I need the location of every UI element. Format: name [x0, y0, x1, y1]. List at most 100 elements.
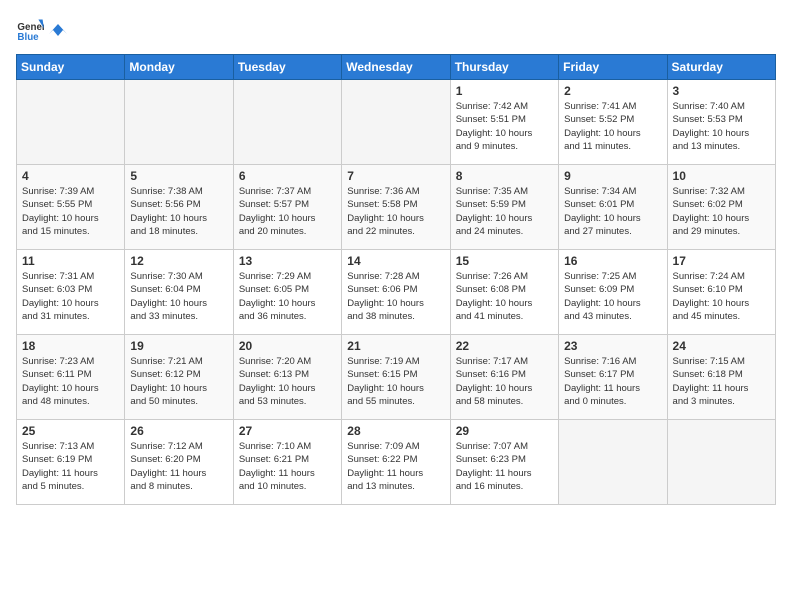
calendar-cell	[233, 80, 341, 165]
calendar-cell: 6 Sunrise: 7:37 AM Sunset: 5:57 PM Daylig…	[233, 165, 341, 250]
week-row-5: 25 Sunrise: 7:13 AM Sunset: 6:19 PM Dayli…	[17, 420, 776, 505]
day-info: Sunrise: 7:25 AM Sunset: 6:09 PM Dayligh…	[564, 270, 661, 323]
calendar-cell: 11Sunrise: 7:31 AM Sunset: 6:03 PM Dayli…	[17, 250, 125, 335]
calendar-cell: 14Sunrise: 7:28 AM Sunset: 6:06 PM Dayli…	[342, 250, 450, 335]
day-number: 12	[130, 254, 227, 268]
day-number: 25	[22, 424, 119, 438]
day-header-thursday: Thursday	[450, 55, 558, 80]
day-header-sunday: Sunday	[17, 55, 125, 80]
calendar-cell: 17 Sunrise: 7:24 AM Sunset: 6:10 PM Dayli…	[667, 250, 775, 335]
day-number: 18	[22, 339, 119, 353]
day-number: 2	[564, 84, 661, 98]
svg-text:Blue: Blue	[17, 32, 39, 43]
calendar-cell: 22 Sunrise: 7:17 AM Sunset: 6:16 PM Dayli…	[450, 335, 558, 420]
day-info: Sunrise: 7:24 AM Sunset: 6:10 PM Dayligh…	[673, 270, 770, 323]
day-info: Sunrise: 7:30 AM Sunset: 6:04 PM Dayligh…	[130, 270, 227, 323]
day-number: 5	[130, 169, 227, 183]
calendar-cell: 9 Sunrise: 7:34 AM Sunset: 6:01 PM Daylig…	[559, 165, 667, 250]
day-info: Sunrise: 7:28 AM Sunset: 6:06 PM Dayligh…	[347, 270, 444, 323]
day-number: 6	[239, 169, 336, 183]
day-number: 9	[564, 169, 661, 183]
calendar-cell: 7Sunrise: 7:36 AM Sunset: 5:58 PM Daylig…	[342, 165, 450, 250]
calendar-cell	[559, 420, 667, 505]
day-number: 16	[564, 254, 661, 268]
day-number: 20	[239, 339, 336, 353]
calendar-cell	[667, 420, 775, 505]
calendar-cell: 12 Sunrise: 7:30 AM Sunset: 6:04 PM Dayli…	[125, 250, 233, 335]
day-info: Sunrise: 7:41 AM Sunset: 5:52 PM Dayligh…	[564, 100, 661, 153]
day-info: Sunrise: 7:32 AM Sunset: 6:02 PM Dayligh…	[673, 185, 770, 238]
calendar-cell: 3 Sunrise: 7:40 AM Sunset: 5:53 PM Daylig…	[667, 80, 775, 165]
day-info: Sunrise: 7:29 AM Sunset: 6:05 PM Dayligh…	[239, 270, 336, 323]
day-info: Sunrise: 7:34 AM Sunset: 6:01 PM Dayligh…	[564, 185, 661, 238]
day-info: Sunrise: 7:09 AM Sunset: 6:22 PM Dayligh…	[347, 440, 444, 493]
calendar-cell	[342, 80, 450, 165]
calendar-cell: 20 Sunrise: 7:20 AM Sunset: 6:13 PM Dayli…	[233, 335, 341, 420]
day-info: Sunrise: 7:36 AM Sunset: 5:58 PM Dayligh…	[347, 185, 444, 238]
week-row-1: 1Sunrise: 7:42 AM Sunset: 5:51 PM Daylig…	[17, 80, 776, 165]
day-info: Sunrise: 7:15 AM Sunset: 6:18 PM Dayligh…	[673, 355, 770, 408]
day-info: Sunrise: 7:20 AM Sunset: 6:13 PM Dayligh…	[239, 355, 336, 408]
day-info: Sunrise: 7:37 AM Sunset: 5:57 PM Dayligh…	[239, 185, 336, 238]
day-header-monday: Monday	[125, 55, 233, 80]
day-info: Sunrise: 7:40 AM Sunset: 5:53 PM Dayligh…	[673, 100, 770, 153]
day-number: 19	[130, 339, 227, 353]
day-number: 8	[456, 169, 553, 183]
calendar-cell	[17, 80, 125, 165]
day-info: Sunrise: 7:23 AM Sunset: 6:11 PM Dayligh…	[22, 355, 119, 408]
day-number: 24	[673, 339, 770, 353]
calendar-cell: 28 Sunrise: 7:09 AM Sunset: 6:22 PM Dayli…	[342, 420, 450, 505]
calendar-cell: 5Sunrise: 7:38 AM Sunset: 5:56 PM Daylig…	[125, 165, 233, 250]
day-info: Sunrise: 7:19 AM Sunset: 6:15 PM Dayligh…	[347, 355, 444, 408]
day-info: Sunrise: 7:07 AM Sunset: 6:23 PM Dayligh…	[456, 440, 553, 493]
day-number: 15	[456, 254, 553, 268]
day-number: 10	[673, 169, 770, 183]
day-number: 4	[22, 169, 119, 183]
calendar-cell: 1Sunrise: 7:42 AM Sunset: 5:51 PM Daylig…	[450, 80, 558, 165]
day-info: Sunrise: 7:17 AM Sunset: 6:16 PM Dayligh…	[456, 355, 553, 408]
calendar-cell: 25 Sunrise: 7:13 AM Sunset: 6:19 PM Dayli…	[17, 420, 125, 505]
calendar-cell	[125, 80, 233, 165]
week-row-3: 11Sunrise: 7:31 AM Sunset: 6:03 PM Dayli…	[17, 250, 776, 335]
day-number: 1	[456, 84, 553, 98]
calendar-cell: 10 Sunrise: 7:32 AM Sunset: 6:02 PM Dayli…	[667, 165, 775, 250]
day-info: Sunrise: 7:13 AM Sunset: 6:19 PM Dayligh…	[22, 440, 119, 493]
day-info: Sunrise: 7:10 AM Sunset: 6:21 PM Dayligh…	[239, 440, 336, 493]
day-number: 23	[564, 339, 661, 353]
day-number: 28	[347, 424, 444, 438]
calendar-cell: 4Sunrise: 7:39 AM Sunset: 5:55 PM Daylig…	[17, 165, 125, 250]
day-number: 3	[673, 84, 770, 98]
calendar-cell: 26 Sunrise: 7:12 AM Sunset: 6:20 PM Dayli…	[125, 420, 233, 505]
day-number: 13	[239, 254, 336, 268]
logo: General Blue	[16, 16, 68, 44]
day-info: Sunrise: 7:16 AM Sunset: 6:17 PM Dayligh…	[564, 355, 661, 408]
calendar-cell: 8 Sunrise: 7:35 AM Sunset: 5:59 PM Daylig…	[450, 165, 558, 250]
day-info: Sunrise: 7:26 AM Sunset: 6:08 PM Dayligh…	[456, 270, 553, 323]
calendar-cell: 21 Sunrise: 7:19 AM Sunset: 6:15 PM Dayli…	[342, 335, 450, 420]
day-number: 11	[22, 254, 119, 268]
calendar-table: SundayMondayTuesdayWednesdayThursdayFrid…	[16, 54, 776, 505]
calendar-cell: 2 Sunrise: 7:41 AM Sunset: 5:52 PM Daylig…	[559, 80, 667, 165]
day-header-wednesday: Wednesday	[342, 55, 450, 80]
calendar-cell: 18 Sunrise: 7:23 AM Sunset: 6:11 PM Dayli…	[17, 335, 125, 420]
calendar-cell: 23 Sunrise: 7:16 AM Sunset: 6:17 PM Dayli…	[559, 335, 667, 420]
day-number: 22	[456, 339, 553, 353]
calendar-cell: 24 Sunrise: 7:15 AM Sunset: 6:18 PM Dayli…	[667, 335, 775, 420]
calendar-cell: 27 Sunrise: 7:10 AM Sunset: 6:21 PM Dayli…	[233, 420, 341, 505]
day-number: 27	[239, 424, 336, 438]
logo-bird-icon	[49, 22, 67, 40]
day-header-friday: Friday	[559, 55, 667, 80]
day-number: 21	[347, 339, 444, 353]
week-row-4: 18 Sunrise: 7:23 AM Sunset: 6:11 PM Dayli…	[17, 335, 776, 420]
calendar-cell: 29 Sunrise: 7:07 AM Sunset: 6:23 PM Dayli…	[450, 420, 558, 505]
day-number: 26	[130, 424, 227, 438]
calendar-cell: 13 Sunrise: 7:29 AM Sunset: 6:05 PM Dayli…	[233, 250, 341, 335]
day-info: Sunrise: 7:35 AM Sunset: 5:59 PM Dayligh…	[456, 185, 553, 238]
day-info: Sunrise: 7:12 AM Sunset: 6:20 PM Dayligh…	[130, 440, 227, 493]
calendar-cell: 16 Sunrise: 7:25 AM Sunset: 6:09 PM Dayli…	[559, 250, 667, 335]
header-row: SundayMondayTuesdayWednesdayThursdayFrid…	[17, 55, 776, 80]
day-number: 17	[673, 254, 770, 268]
day-number: 29	[456, 424, 553, 438]
calendar-cell: 15 Sunrise: 7:26 AM Sunset: 6:08 PM Dayli…	[450, 250, 558, 335]
week-row-2: 4Sunrise: 7:39 AM Sunset: 5:55 PM Daylig…	[17, 165, 776, 250]
